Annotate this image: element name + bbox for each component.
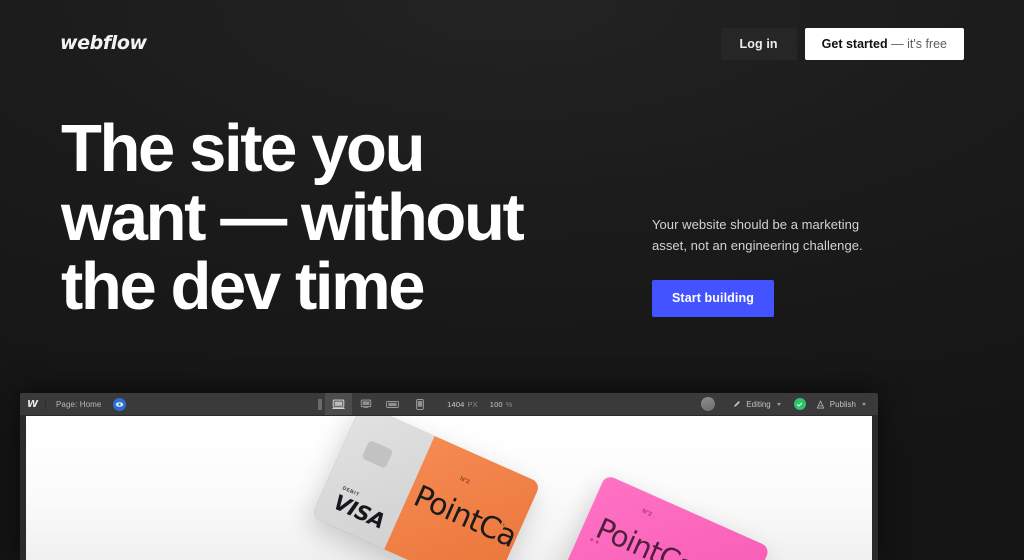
- editing-mode-label: Editing: [746, 399, 771, 409]
- breakpoint-mobile-button[interactable]: [406, 393, 433, 415]
- credit-card-pink[interactable]: N°2 PointCa: [559, 474, 771, 560]
- nav-actions: Log in Get started — it's free: [720, 27, 964, 61]
- start-building-button[interactable]: Start building: [652, 280, 774, 317]
- card-number-label: N°2: [458, 476, 471, 486]
- card-brand-label: PointCa: [408, 478, 522, 555]
- publish-label: Publish: [829, 399, 856, 409]
- breakpoint-desktop-button[interactable]: [325, 393, 353, 415]
- page-title: The site you want — without the dev time: [61, 114, 681, 321]
- toolbar-right-group: Editing Publish: [701, 393, 878, 415]
- mobile-icon: [415, 398, 424, 410]
- chevron-down-icon: [776, 402, 781, 406]
- heading-line-1: The site you: [61, 111, 426, 186]
- avatar[interactable]: [701, 397, 716, 411]
- get-started-button[interactable]: Get started — it's free: [804, 27, 964, 61]
- editing-mode-dropdown[interactable]: Editing: [724, 393, 789, 415]
- heading-line-3: the dev time: [61, 249, 426, 324]
- top-navigation: webflow Log in Get started — it's free: [0, 0, 1024, 88]
- tablet-landscape-icon: [386, 400, 399, 408]
- breakpoint-tablet-landscape-button[interactable]: [379, 393, 406, 415]
- page-selector[interactable]: Page: Home: [46, 393, 111, 415]
- chevron-down-icon: [862, 402, 866, 406]
- toolbar-right-spacer: [513, 393, 702, 415]
- toolbar-left-spacer: [126, 393, 315, 415]
- get-started-sublabel: — it's free: [887, 36, 947, 51]
- breakpoint-tablet-button[interactable]: [352, 393, 379, 415]
- webflow-mark-icon[interactable]: W: [20, 398, 46, 410]
- desktop-icon: [332, 399, 345, 409]
- hero-page: webflow Log in Get started — it's free T…: [0, 0, 1024, 560]
- get-started-label: Get started: [821, 36, 888, 51]
- credit-card-orange[interactable]: DEBIT VISA N°2 PointCa: [311, 416, 541, 560]
- canvas-zoom-unit: %: [505, 399, 513, 409]
- canvas-width-unit: PX: [467, 399, 478, 409]
- hero-side-column: Your website should be a marketing asset…: [652, 215, 867, 317]
- cards-stage: DEBIT VISA N°2 PointCa N°2 PointCa: [23, 416, 875, 560]
- designer-toolbar: W Page: Home 1404 PX 100 % Editing Publi…: [20, 393, 878, 416]
- canvas-dimensions[interactable]: 1404 PX 100 %: [433, 400, 512, 409]
- toolbar-left-group: W Page: Home: [20, 393, 127, 415]
- tablet-icon: [360, 399, 371, 409]
- pencil-icon: [734, 401, 741, 407]
- webflow-logo[interactable]: webflow: [60, 33, 147, 53]
- designer-window: W Page: Home 1404 PX 100 % Editing Publi…: [20, 393, 878, 560]
- toolbar-drag-handle[interactable]: [315, 393, 325, 415]
- canvas-zoom-value: 100: [489, 399, 503, 409]
- eye-icon[interactable]: [113, 397, 127, 411]
- card-number-label: N°2: [640, 508, 653, 519]
- hero-subtext: Your website should be a marketing asset…: [652, 217, 863, 253]
- publish-dropdown[interactable]: Publish: [814, 393, 870, 415]
- green-check-icon[interactable]: [793, 398, 806, 410]
- heading-line-2: want — without: [61, 180, 525, 255]
- canvas-width-value: 1404: [447, 399, 465, 409]
- page-selector-label: Page: Home: [56, 399, 102, 409]
- accessibility-icon: [816, 400, 824, 408]
- drag-dots-icon: [318, 398, 323, 410]
- card-brand-label: PointCa: [591, 511, 701, 560]
- card-chip-icon: [361, 439, 394, 469]
- designer-canvas[interactable]: DEBIT VISA N°2 PointCa N°2 PointCa: [23, 416, 875, 560]
- log-in-button[interactable]: Log in: [720, 27, 797, 61]
- card-network-label: VISA: [329, 489, 389, 534]
- toolbar-center-group: 1404 PX 100 %: [315, 393, 512, 415]
